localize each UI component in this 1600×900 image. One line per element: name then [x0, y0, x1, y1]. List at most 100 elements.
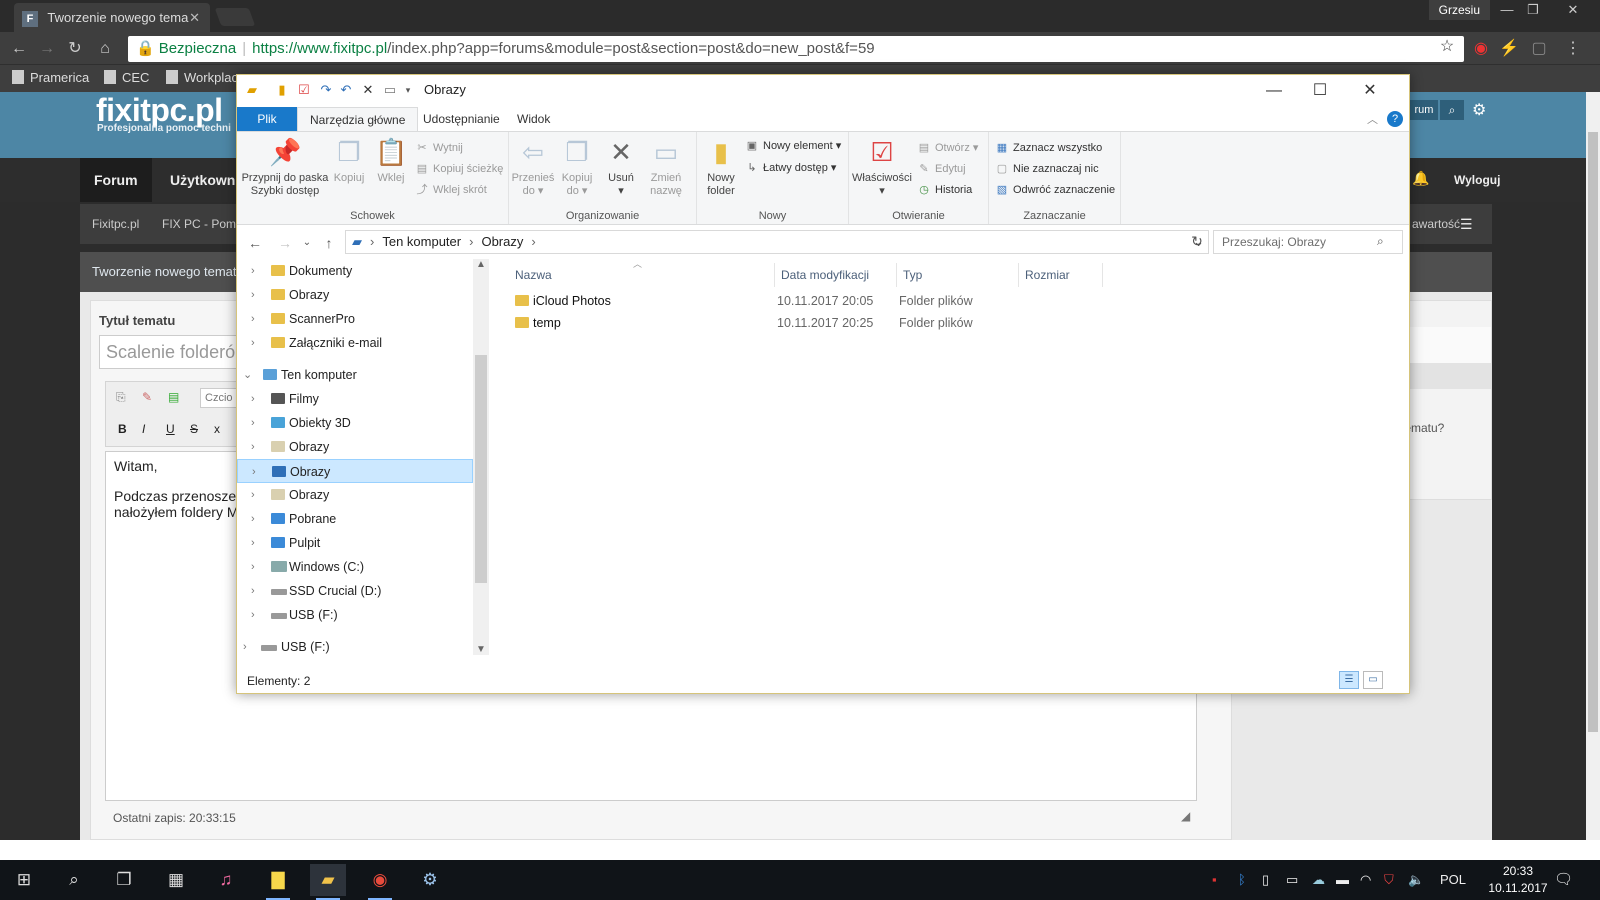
steam-icon[interactable]: ⚙	[412, 864, 448, 896]
copy-to-button[interactable]: ❐ Kopiuj do ▾	[555, 136, 599, 198]
usb-tray-icon[interactable]: ▯	[1262, 860, 1269, 900]
details-view-icon[interactable]: ☰	[1339, 671, 1359, 689]
forward-icon[interactable]: →	[36, 38, 58, 60]
tree-scrollbar[interactable]: ▲ ▼	[473, 259, 489, 655]
recent-locations-icon[interactable]: ⌄	[297, 234, 317, 252]
minimize-icon[interactable]: —	[1251, 77, 1297, 105]
customize-qat-icon[interactable]: ▾	[399, 81, 417, 99]
resize-handle-icon[interactable]: ◢	[1181, 809, 1190, 823]
close-icon[interactable]: ✕	[1560, 0, 1586, 20]
search-scope-button[interactable]: rum	[1410, 100, 1438, 120]
tree-item[interactable]: › Dokumenty	[237, 259, 473, 283]
tree-item[interactable]: › USB (F:)	[237, 603, 473, 627]
chevron-right-icon[interactable]: ›	[251, 531, 255, 555]
chevron-right-icon[interactable]: ›	[251, 507, 255, 531]
notification-icon[interactable]: 🗨	[1554, 860, 1573, 900]
strike-icon[interactable]: S	[190, 422, 198, 436]
home-icon[interactable]: ⌂	[94, 38, 116, 60]
subscript-icon[interactable]: x	[214, 422, 220, 436]
rename-icon[interactable]: ▭	[381, 81, 399, 99]
tree-item[interactable]: › Filmy	[237, 387, 473, 411]
tab-home[interactable]: Narzędzia główne	[297, 107, 419, 131]
tree-item[interactable]: › ScannerPro	[237, 307, 473, 331]
file-explorer-icon[interactable]: ▰	[310, 864, 346, 900]
chevron-right-icon[interactable]: ›	[251, 259, 255, 283]
scroll-down-icon[interactable]: ▼	[473, 644, 489, 655]
bold-icon[interactable]: B	[118, 422, 127, 436]
tree-item[interactable]: › SSD Crucial (D:)	[237, 579, 473, 603]
calculator-icon[interactable]: ▦	[158, 864, 194, 896]
app-tray-icon[interactable]: ▪	[1212, 860, 1217, 900]
tab-share[interactable]: Udostępnianie	[411, 107, 512, 131]
bookmark-item[interactable]: Pramerica	[12, 70, 89, 85]
maximize-icon[interactable]: ☐	[1297, 77, 1343, 105]
help-icon[interactable]: ?	[1387, 111, 1403, 127]
restore-icon[interactable]: ❐	[1520, 0, 1546, 20]
windows-start-icon[interactable]: ⊞	[6, 864, 42, 896]
rename-button[interactable]: ▭ Zmień nazwę	[643, 136, 689, 198]
scroll-thumb[interactable]	[1588, 132, 1598, 732]
breadcrumb-item[interactable]: Fixitpc.pl	[92, 204, 139, 244]
new-tab-button[interactable]	[214, 8, 256, 26]
forward-icon[interactable]: →	[275, 234, 295, 252]
underline-icon[interactable]: U	[166, 422, 175, 436]
bookmark-item[interactable]: CEC	[104, 70, 149, 85]
collapse-ribbon-icon[interactable]: ︿	[1367, 111, 1378, 127]
delete-icon[interactable]: ✕	[359, 81, 377, 99]
chevron-right-icon[interactable]: ›	[251, 307, 255, 331]
search-input[interactable]: Przeszukaj: Obrazy	[1213, 230, 1403, 254]
column-name[interactable]: Nazwa	[509, 263, 775, 287]
search-icon[interactable]: ⌕	[56, 864, 92, 896]
tree-item[interactable]: › Obiekty 3D	[237, 411, 473, 435]
reload-icon[interactable]: ↻	[64, 38, 86, 60]
back-icon[interactable]: ←	[8, 38, 30, 60]
nav-logout[interactable]: Wyloguj	[1440, 158, 1514, 202]
tree-item-this-pc[interactable]: ⌄ Ten komputer	[237, 363, 473, 387]
bookmark-item[interactable]: Workplac	[166, 70, 238, 85]
chevron-right-icon[interactable]: ›	[251, 579, 255, 603]
tree-item[interactable]: › Pulpit	[237, 531, 473, 555]
search-icon[interactable]: ⌕	[1440, 100, 1464, 120]
large-icons-view-icon[interactable]: ▭	[1363, 671, 1383, 689]
chevron-right-icon[interactable]: ›	[251, 387, 255, 411]
file-row[interactable]: iCloud Photos 10.11.2017 20:05 Folder pl…	[509, 290, 1129, 312]
tree-item[interactable]: › Pobrane	[237, 507, 473, 531]
chevron-right-icon[interactable]: ›	[251, 283, 255, 307]
tree-item[interactable]: › Obrazy	[237, 283, 473, 307]
bluetooth-icon[interactable]: ᛒ	[1238, 860, 1246, 900]
tab-view[interactable]: Widok	[505, 107, 562, 131]
column-size[interactable]: Rozmiar	[1019, 263, 1103, 287]
antivirus-icon[interactable]: ⛉	[1384, 860, 1394, 900]
chevron-right-icon[interactable]: ›	[251, 483, 255, 507]
pin-quick-access-button[interactable]: 📌 Przypnij do paska Szybki dostęp	[239, 136, 331, 198]
extension-icon[interactable]: ▢	[1528, 38, 1550, 60]
copy-button[interactable]: ❐ Kopiuj	[329, 136, 369, 185]
new-folder-button[interactable]: ▮ Nowy folder	[699, 136, 743, 198]
gear-icon[interactable]: ⚙	[1472, 100, 1486, 120]
refresh-icon[interactable]: ↻	[1187, 232, 1207, 250]
tree-item[interactable]: › Obrazy	[237, 435, 473, 459]
scroll-thumb[interactable]	[475, 355, 487, 583]
select-all-button[interactable]: ▦ Zaznacz wszystko	[995, 140, 1102, 156]
list-icon[interactable]: ☰	[1460, 204, 1473, 244]
close-icon[interactable]: ✕	[1347, 77, 1393, 105]
tab-close-icon[interactable]: ✕	[189, 3, 200, 32]
eraser-icon[interactable]: ✎	[142, 390, 152, 404]
chevron-right-icon[interactable]: ›	[251, 411, 255, 435]
page-scrollbar[interactable]	[1586, 92, 1600, 840]
tree-item[interactable]: › Windows (C:)	[237, 555, 473, 579]
chevron-right-icon[interactable]: ›	[251, 435, 255, 459]
address-bar[interactable]: 🔒 Bezpieczna | https://www.fixitpc.pl/index…	[128, 36, 1464, 62]
chevron-right-icon[interactable]: ›	[251, 555, 255, 579]
redo-icon[interactable]: ↷	[317, 81, 335, 99]
nav-forum[interactable]: Forum	[80, 158, 152, 202]
chevron-down-icon[interactable]: ⌄	[243, 363, 252, 387]
task-view-icon[interactable]: ❐	[106, 864, 142, 896]
template-icon[interactable]: ▤	[168, 390, 179, 404]
source-icon[interactable]: ⎘	[116, 390, 126, 405]
bell-icon[interactable]: 🔔	[1412, 170, 1429, 187]
tree-item[interactable]: › Obrazy	[237, 483, 473, 507]
onedrive-icon[interactable]: ☁	[1312, 860, 1325, 900]
back-icon[interactable]: ←	[245, 234, 265, 252]
invert-selection-button[interactable]: ▧ Odwróć zaznaczenie	[995, 182, 1115, 198]
